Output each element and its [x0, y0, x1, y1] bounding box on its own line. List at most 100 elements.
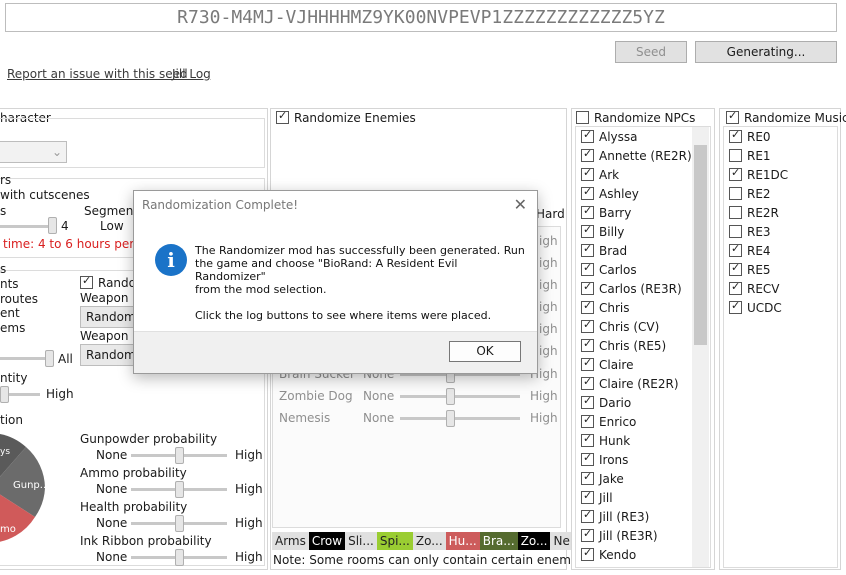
- npc-list-item[interactable]: Dario: [581, 393, 631, 412]
- npc-list-item[interactable]: Claire: [581, 355, 633, 374]
- enemy-slider[interactable]: [400, 417, 520, 420]
- checkbox[interactable]: [581, 147, 594, 162]
- npc-list-item[interactable]: Jake: [581, 469, 624, 488]
- checkbox[interactable]: [729, 206, 742, 219]
- checkbox[interactable]: [581, 337, 594, 352]
- checkbox[interactable]: [581, 223, 594, 238]
- enemy-slider-thumb[interactable]: [446, 410, 455, 427]
- npc-list-item[interactable]: Irons: [581, 450, 628, 469]
- npc-list-item[interactable]: Billy: [581, 222, 624, 241]
- checkbox[interactable]: [729, 299, 742, 314]
- checkbox[interactable]: [729, 187, 742, 200]
- checkbox[interactable]: [729, 225, 742, 238]
- checkbox[interactable]: [729, 149, 742, 162]
- npc-list-item[interactable]: Chris (RE5): [581, 336, 666, 355]
- checkbox[interactable]: [581, 318, 594, 333]
- music-list-item[interactable]: RE1: [729, 146, 771, 165]
- probability-slider-thumb[interactable]: [175, 447, 184, 464]
- checkbox[interactable]: [581, 299, 594, 314]
- npc-list-item[interactable]: Alyssa: [581, 127, 638, 146]
- seed-input[interactable]: R730-M4MJ-VJHHHHMZ9YK00NVPEVP1ZZZZZZZZZZ…: [5, 3, 837, 32]
- npc-list-item[interactable]: Claire (RE2R): [581, 374, 679, 393]
- checkbox[interactable]: [729, 128, 742, 143]
- checkbox[interactable]: [581, 508, 594, 523]
- enemy-slider[interactable]: [400, 395, 520, 398]
- music-list-item[interactable]: RE1DC: [729, 165, 788, 184]
- randomize-enemies-checkbox[interactable]: Randomize Enemies: [276, 108, 416, 127]
- probability-slider-thumb[interactable]: [175, 515, 184, 532]
- checkbox[interactable]: [581, 166, 594, 181]
- npc-list-item[interactable]: Jill: [581, 488, 613, 507]
- segment-fragment-label: s: [0, 204, 7, 218]
- weapon1-label: Weapon 1: [80, 291, 140, 305]
- npc-list-item[interactable]: Chris (CV): [581, 317, 659, 336]
- checkbox[interactable]: [729, 166, 742, 181]
- checkbox[interactable]: [581, 451, 594, 466]
- report-issue-link[interactable]: Report an issue with this seed: [7, 67, 188, 81]
- checkbox[interactable]: [581, 280, 594, 295]
- checkbox[interactable]: [581, 185, 594, 200]
- probability-slider-thumb[interactable]: [175, 549, 184, 566]
- checkbox[interactable]: [581, 356, 594, 371]
- checkbox[interactable]: [576, 111, 589, 124]
- npc-list-item[interactable]: Carlos (RE3R): [581, 279, 682, 298]
- seed-button[interactable]: Seed: [615, 41, 687, 63]
- checkbox[interactable]: [581, 204, 594, 219]
- npc-list-item[interactable]: Hunk: [581, 431, 630, 450]
- checkbox[interactable]: [729, 242, 742, 257]
- checkbox[interactable]: [276, 109, 289, 124]
- npc-scrollbar-thumb[interactable]: [694, 145, 707, 345]
- character-dropdown[interactable]: ⌄: [0, 141, 67, 163]
- music-list-item[interactable]: UCDC: [729, 298, 782, 317]
- checkbox[interactable]: [581, 489, 594, 504]
- quantity-slider-thumb[interactable]: [0, 386, 9, 403]
- npc-list-item[interactable]: Jill (RE3): [581, 507, 649, 526]
- npc-list-item[interactable]: Ark: [581, 165, 619, 184]
- music-list-item[interactable]: RE2R: [729, 203, 779, 222]
- log-link[interactable]: Jill Log: [172, 67, 211, 81]
- checkbox[interactable]: [729, 280, 742, 295]
- checkbox[interactable]: [729, 261, 742, 276]
- checkbox[interactable]: [581, 470, 594, 485]
- generate-button[interactable]: Generating...: [695, 41, 837, 63]
- checkbox[interactable]: [581, 527, 594, 542]
- npc-list-item[interactable]: Brad: [581, 241, 627, 260]
- checkbox[interactable]: [581, 128, 594, 143]
- music-list-item[interactable]: RE2: [729, 184, 771, 203]
- npc-list-item[interactable]: Kendo: [581, 545, 636, 564]
- npc-list-item[interactable]: Jill (RE3R): [581, 526, 658, 545]
- music-list-item[interactable]: RE3: [729, 222, 771, 241]
- randomize-music-checkbox[interactable]: Randomize Music: [726, 108, 846, 127]
- randomize-npcs-checkbox[interactable]: Randomize NPCs: [576, 108, 695, 127]
- npc-list-item[interactable]: Ashley: [581, 184, 639, 203]
- checkbox[interactable]: [726, 109, 739, 124]
- enemy-slider-thumb[interactable]: [446, 388, 455, 405]
- checkbox[interactable]: [581, 432, 594, 447]
- npc-list-item[interactable]: Chris: [581, 298, 630, 317]
- checkbox[interactable]: [581, 394, 594, 409]
- npc-list-item[interactable]: Carlos: [581, 260, 637, 279]
- npc-list-item[interactable]: Barry: [581, 203, 631, 222]
- npc-list-item[interactable]: Annette (RE2R): [581, 146, 692, 165]
- checkbox[interactable]: [581, 546, 594, 561]
- close-icon[interactable]: ✕: [514, 195, 527, 214]
- items-slider-thumb[interactable]: [45, 350, 54, 367]
- probability-slider-thumb[interactable]: [175, 481, 184, 498]
- checkbox[interactable]: [581, 413, 594, 428]
- items-slider[interactable]: [0, 357, 48, 360]
- ok-button[interactable]: OK: [449, 341, 521, 362]
- checkbox[interactable]: [581, 375, 594, 390]
- music-list-item[interactable]: RECV: [729, 279, 780, 298]
- npc-scrollbar[interactable]: [692, 127, 709, 567]
- music-list-item[interactable]: RE4: [729, 241, 771, 260]
- weapon1-dropdown[interactable]: Random: [80, 306, 135, 328]
- checkbox[interactable]: [581, 261, 594, 276]
- music-list-item[interactable]: RE5: [729, 260, 771, 279]
- music-list-item[interactable]: RE0: [729, 127, 771, 146]
- weapon2-dropdown[interactable]: Random: [80, 344, 135, 366]
- segment-slider-thumb[interactable]: [48, 217, 57, 234]
- checkbox[interactable]: [581, 242, 594, 257]
- checkbox[interactable]: [80, 274, 93, 289]
- segment-slider[interactable]: [0, 225, 55, 228]
- npc-list-item[interactable]: Enrico: [581, 412, 636, 431]
